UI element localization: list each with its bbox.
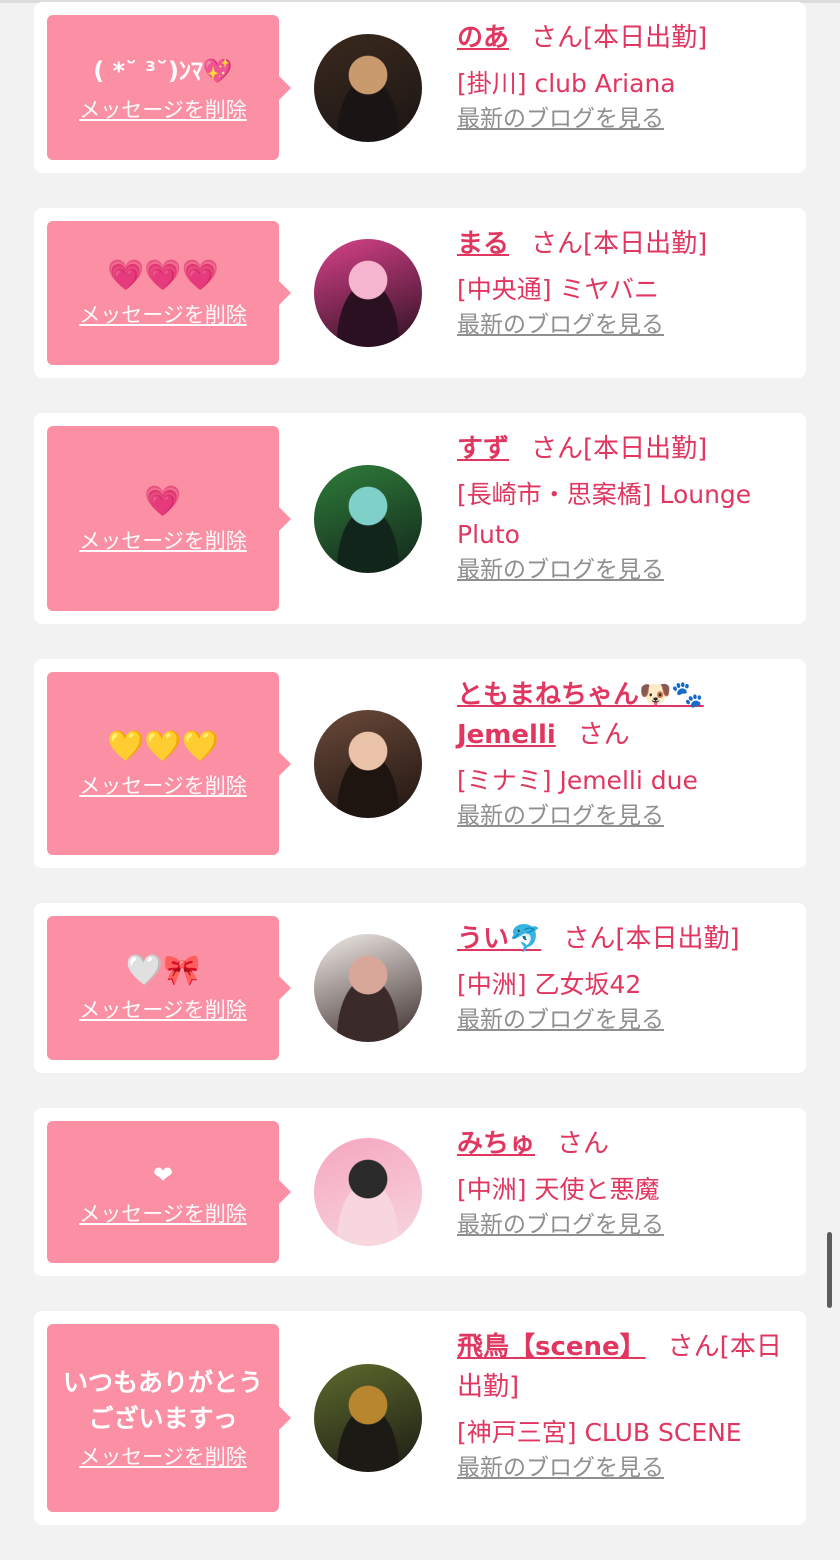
cast-info: うい🐬 さん[本日出勤] [中洲] 乙女坂42 最新のブログを見る bbox=[457, 919, 794, 1035]
name-line: ともまねちゃん🐶🐾 Jemelli さん bbox=[457, 675, 794, 755]
shop-label: [中洲] 天使と悪魔 bbox=[457, 1175, 660, 1204]
name-line: のあ さん[本日出勤] bbox=[457, 18, 794, 58]
delete-message-link[interactable]: メッセージを削除 bbox=[79, 772, 247, 800]
san-status: さん bbox=[577, 720, 630, 750]
shop-label: [掛川] club Ariana bbox=[457, 69, 676, 98]
name-line: みちゅ さん bbox=[457, 1124, 794, 1164]
cast-info: ともまねちゃん🐶🐾 Jemelli さん [ミナミ] Jemelli due 最新… bbox=[457, 675, 794, 831]
name-line: すず さん[本日出勤] bbox=[457, 429, 794, 469]
message-bubble: いつもありがとう ございますっ メッセージを削除 bbox=[47, 1324, 291, 1512]
avatar[interactable] bbox=[314, 709, 422, 818]
message-text: 💗💗💗 bbox=[106, 258, 220, 293]
latest-blog-link[interactable]: 最新のブログを見る bbox=[457, 803, 664, 829]
list-item: 💗 メッセージを削除 すず さん[本日出勤] [長崎市・思案橋] Lounge P… bbox=[34, 413, 806, 624]
message-text: 💗 bbox=[144, 483, 182, 519]
cast-name-link[interactable]: のあ bbox=[457, 23, 509, 53]
shop-label: [中央通] ミヤバニ bbox=[457, 275, 659, 304]
cast-name-link[interactable]: すず bbox=[457, 434, 509, 464]
delete-message-link[interactable]: メッセージを削除 bbox=[79, 1443, 247, 1471]
message-text: 💛💛💛 bbox=[106, 728, 220, 764]
message-bubble: 💗💗💗 メッセージを削除 bbox=[47, 221, 291, 365]
message-bubble: 🤍🎀 メッセージを削除 bbox=[47, 916, 291, 1060]
message-bubble: ( *˘ ³˘)ﾝﾏ💖 メッセージを削除 bbox=[47, 15, 291, 160]
name-line: まる さん[本日出勤] bbox=[457, 224, 794, 264]
list-item: ( *˘ ³˘)ﾝﾏ💖 メッセージを削除 のあ さん[本日出勤] [掛川] clu… bbox=[34, 2, 806, 173]
list-item: いつもありがとう ございますっ メッセージを削除 飛鳥【scene】 さん[本日出… bbox=[34, 1311, 806, 1525]
delete-message-link[interactable]: メッセージを削除 bbox=[79, 996, 247, 1024]
shop-label: [中洲] 乙女坂42 bbox=[457, 970, 642, 999]
message-text: ( *˘ ³˘)ﾝﾏ💖 bbox=[93, 56, 233, 85]
message-bubble: 💗 メッセージを削除 bbox=[47, 426, 291, 611]
avatar[interactable] bbox=[314, 464, 422, 573]
latest-blog-link[interactable]: 最新のブログを見る bbox=[457, 312, 664, 338]
latest-blog-link[interactable]: 最新のブログを見る bbox=[457, 1007, 664, 1033]
cast-info: のあ さん[本日出勤] [掛川] club Ariana 最新のブログを見る bbox=[457, 18, 794, 134]
san-status: さん[本日出勤] bbox=[531, 23, 708, 53]
message-bubble: ❤ メッセージを削除 bbox=[47, 1121, 291, 1263]
name-line: うい🐬 さん[本日出勤] bbox=[457, 919, 794, 959]
avatar[interactable] bbox=[314, 934, 422, 1042]
latest-blog-link[interactable]: 最新のブログを見る bbox=[457, 557, 664, 583]
san-status: さん bbox=[557, 1129, 610, 1159]
cast-info: 飛鳥【scene】 さん[本日出勤] [神戸三宮] CLUB SCENE 最新のブ… bbox=[457, 1327, 794, 1483]
message-text: ❤ bbox=[152, 1161, 174, 1189]
shop-label: [長崎市・思案橋] Lounge Pluto bbox=[457, 480, 752, 549]
shop-label: [ミナミ] Jemelli due bbox=[457, 766, 698, 795]
cast-info: みちゅ さん [中洲] 天使と悪魔 最新のブログを見る bbox=[457, 1124, 794, 1240]
san-status: さん[本日出勤] bbox=[531, 229, 708, 259]
avatar[interactable] bbox=[314, 1138, 422, 1246]
list-item: ❤ メッセージを削除 みちゅ さん [中洲] 天使と悪魔 最新のブログを見る bbox=[34, 1108, 806, 1276]
delete-message-link[interactable]: メッセージを削除 bbox=[79, 1200, 247, 1228]
message-list: ( *˘ ³˘)ﾝﾏ💖 メッセージを削除 のあ さん[本日出勤] [掛川] clu… bbox=[34, 2, 806, 1560]
avatar[interactable] bbox=[314, 33, 422, 142]
delete-message-link[interactable]: メッセージを削除 bbox=[79, 96, 247, 124]
latest-blog-link[interactable]: 最新のブログを見る bbox=[457, 1455, 664, 1481]
cast-name-link[interactable]: 飛鳥【scene】 bbox=[457, 1332, 646, 1362]
message-text: 🤍🎀 bbox=[125, 953, 201, 988]
message-bubble: 💛💛💛 メッセージを削除 bbox=[47, 672, 291, 855]
cast-name-link[interactable]: まる bbox=[457, 229, 509, 259]
list-item: 💗💗💗 メッセージを削除 まる さん[本日出勤] [中央通] ミヤバニ 最新のブロ… bbox=[34, 208, 806, 378]
cast-info: まる さん[本日出勤] [中央通] ミヤバニ 最新のブログを見る bbox=[457, 224, 794, 340]
name-line: 飛鳥【scene】 さん[本日出勤] bbox=[457, 1327, 794, 1407]
delete-message-link[interactable]: メッセージを削除 bbox=[79, 301, 247, 329]
avatar[interactable] bbox=[314, 239, 422, 347]
cast-name-link[interactable]: みちゅ bbox=[457, 1129, 535, 1159]
scrollbar[interactable] bbox=[827, 1232, 832, 1308]
message-text: いつもありがとう ございますっ bbox=[62, 1368, 263, 1433]
latest-blog-link[interactable]: 最新のブログを見る bbox=[457, 106, 664, 132]
shop-label: [神戸三宮] CLUB SCENE bbox=[457, 1418, 742, 1447]
list-item: 🤍🎀 メッセージを削除 うい🐬 さん[本日出勤] [中洲] 乙女坂42 最新のブロ… bbox=[34, 903, 806, 1073]
delete-message-link[interactable]: メッセージを削除 bbox=[79, 527, 247, 555]
latest-blog-link[interactable]: 最新のブログを見る bbox=[457, 1212, 664, 1238]
cast-info: すず さん[本日出勤] [長崎市・思案橋] Lounge Pluto 最新のブログ… bbox=[457, 429, 794, 585]
san-status: さん[本日出勤] bbox=[531, 434, 708, 464]
avatar[interactable] bbox=[314, 1364, 422, 1472]
cast-name-link[interactable]: うい🐬 bbox=[457, 924, 541, 954]
list-item: 💛💛💛 メッセージを削除 ともまねちゃん🐶🐾 Jemelli さん [ミナミ] J… bbox=[34, 659, 806, 868]
san-status: さん[本日出勤] bbox=[563, 924, 740, 954]
